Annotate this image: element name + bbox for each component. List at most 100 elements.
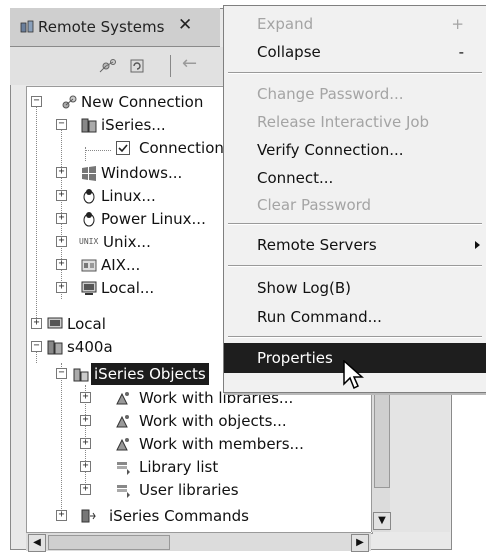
library-list-icon xyxy=(117,462,130,475)
menu-separator xyxy=(228,336,482,338)
expand-toggle[interactable]: + xyxy=(31,318,42,329)
view-toolbar: ← xyxy=(10,47,230,85)
expand-toggle[interactable]: + xyxy=(56,282,67,293)
tree-item-label: Local... xyxy=(101,279,155,297)
menu-item-run-command[interactable]: Run Command... xyxy=(224,302,486,332)
close-icon[interactable]: ✕ xyxy=(178,15,192,35)
power-linux-icon xyxy=(83,212,95,227)
aix-icon xyxy=(81,259,97,272)
context-menu: Expand + Collapse - Change Password... R… xyxy=(223,5,486,393)
new-connection-icon xyxy=(62,95,77,109)
expand-toggle[interactable]: + xyxy=(80,438,91,449)
toolbar-separator xyxy=(170,55,171,77)
menu-item-label: Change Password... xyxy=(257,85,404,103)
tree-item-label: Power Linux... xyxy=(101,210,206,228)
user-libraries-icon xyxy=(117,485,130,498)
expand-toggle[interactable]: + xyxy=(56,190,67,201)
submenu-arrow-icon xyxy=(475,241,480,249)
refresh-icon[interactable] xyxy=(128,57,148,75)
menu-item-connect[interactable]: Connect... xyxy=(224,163,486,193)
expand-toggle[interactable]: + xyxy=(80,461,91,472)
filter-icon xyxy=(116,392,129,405)
menu-item-remote-servers[interactable]: Remote Servers xyxy=(224,230,486,260)
collapse-toggle[interactable]: − xyxy=(56,119,67,130)
expand-toggle[interactable]: + xyxy=(56,510,67,521)
menu-item-collapse[interactable]: Collapse - xyxy=(224,37,486,67)
view-title: Remote Systems xyxy=(38,18,165,36)
expand-toggle[interactable]: + xyxy=(56,236,67,247)
tree-item-iseries-commands[interactable]: + iSeries Commands xyxy=(27,505,367,527)
tree-item-user-libraries[interactable]: + User libraries xyxy=(27,479,367,501)
scroll-left-icon[interactable]: ◀ xyxy=(28,534,46,552)
tree-item-label: Library list xyxy=(139,458,219,476)
filter-icon xyxy=(116,415,129,428)
menu-item-release-interactive-job[interactable]: Release Interactive Job xyxy=(224,107,486,137)
collapse-toggle[interactable]: − xyxy=(56,368,67,379)
menu-item-change-password[interactable]: Change Password... xyxy=(224,79,486,109)
menu-item-expand[interactable]: Expand + xyxy=(224,9,486,39)
local-connection-icon xyxy=(47,317,63,329)
menu-item-show-log[interactable]: Show Log(B) xyxy=(224,273,486,303)
tree-item-label: Local xyxy=(67,315,106,333)
new-connection-toolbar-icon[interactable] xyxy=(98,57,118,75)
iseries-objects-icon xyxy=(73,368,89,382)
tree-item-label: Connection xyxy=(139,139,224,157)
unix-icon: UNIX xyxy=(79,237,99,246)
menu-item-label: Remote Servers xyxy=(257,236,377,254)
expand-toggle[interactable]: + xyxy=(56,213,67,224)
scroll-down-icon[interactable]: ▼ xyxy=(373,512,391,530)
scroll-right-icon[interactable]: ▶ xyxy=(351,534,369,552)
tree-item-label: iSeries Objects xyxy=(91,363,209,385)
remote-systems-icon xyxy=(20,20,34,33)
tree-item-label: s400a xyxy=(67,338,113,356)
expand-toggle[interactable]: + xyxy=(80,484,91,495)
tree-item-work-with-members[interactable]: + Work with members... xyxy=(27,433,367,455)
tree-item-label: iSeries Commands xyxy=(109,507,249,525)
iseries-icon xyxy=(81,118,97,133)
expand-toggle[interactable]: + xyxy=(56,167,67,178)
menu-item-label: Properties xyxy=(257,349,333,367)
tree-item-label: Work with objects... xyxy=(139,412,287,430)
menu-item-label: Verify Connection... xyxy=(257,141,404,159)
menu-item-clear-password[interactable]: Clear Password xyxy=(224,190,486,220)
windows-icon xyxy=(82,166,96,181)
menu-item-label: Clear Password xyxy=(257,196,372,214)
tree-item-label: New Connection xyxy=(81,93,204,111)
menu-item-label: Connect... xyxy=(257,169,334,187)
menu-separator xyxy=(228,223,482,225)
tree-item-library-list[interactable]: + Library list xyxy=(27,456,367,478)
linux-icon xyxy=(83,189,95,204)
tree-item-label: AIX... xyxy=(101,256,141,274)
tree-item-label: iSeries... xyxy=(101,116,166,134)
filter-icon xyxy=(116,438,129,451)
system-icon xyxy=(47,340,63,355)
tree-item-label: User libraries xyxy=(139,481,239,499)
expand-toggle[interactable]: + xyxy=(80,415,91,426)
tree-item-work-with-objects[interactable]: + Work with objects... xyxy=(27,410,367,432)
checkbox-checked-icon[interactable] xyxy=(115,140,131,156)
menu-separator xyxy=(228,265,482,267)
menu-item-label: Collapse xyxy=(257,43,321,61)
horizontal-scrollbar[interactable]: ◀ ▶ xyxy=(26,532,371,552)
back-arrow-icon[interactable]: ← xyxy=(182,53,197,74)
tree-item-label: Linux... xyxy=(101,187,156,205)
collapse-toggle[interactable]: − xyxy=(31,96,42,107)
menu-item-label: Release Interactive Job xyxy=(257,113,430,131)
menu-item-label: Expand xyxy=(257,15,314,33)
expand-toggle[interactable]: + xyxy=(56,259,67,270)
tree-item-label: Unix... xyxy=(103,233,151,251)
expand-toggle[interactable]: + xyxy=(80,392,91,403)
view-tab[interactable]: Remote Systems ✕ xyxy=(10,8,220,47)
tree-item-label: Windows... xyxy=(101,164,183,182)
tree-item-label: Work with members... xyxy=(139,435,304,453)
menu-separator xyxy=(228,72,482,74)
menu-item-label: Show Log(B) xyxy=(257,279,352,297)
menu-item-verify-connection[interactable]: Verify Connection... xyxy=(224,135,486,165)
local-icon xyxy=(81,281,97,295)
menu-item-label: Run Command... xyxy=(257,308,382,326)
menu-item-accelerator: + xyxy=(451,15,464,33)
commands-icon xyxy=(81,509,96,523)
scroll-thumb[interactable] xyxy=(48,535,170,550)
menu-item-accelerator: - xyxy=(458,43,464,61)
collapse-toggle[interactable]: − xyxy=(31,341,42,352)
